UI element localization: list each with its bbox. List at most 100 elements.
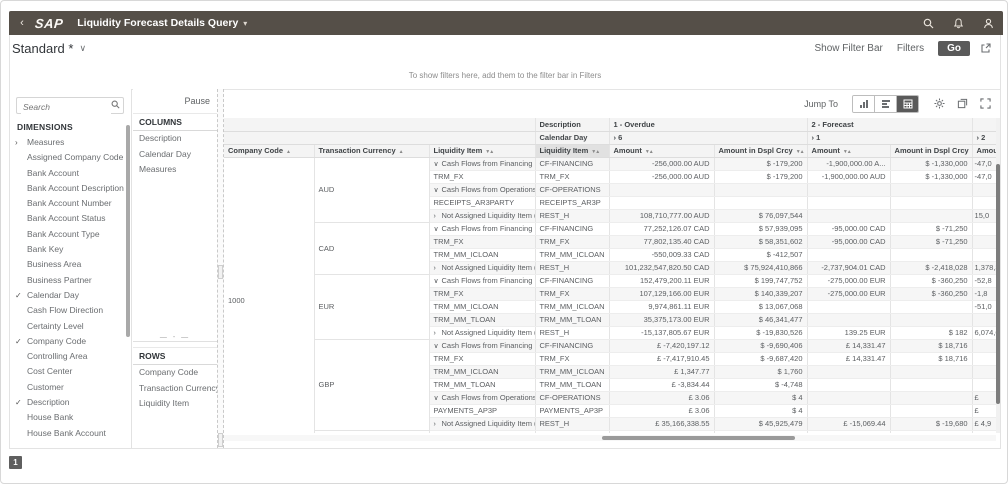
collapse-icon[interactable]: ∨ <box>434 225 442 233</box>
amount-cell[interactable] <box>807 300 891 314</box>
liquidity-item-cell[interactable]: › Not Assigned Liquidity Item (s) <box>429 417 536 431</box>
liquidity-item-cell[interactable]: ∨ Cash Flows from Operations <box>429 183 536 197</box>
column-header-amour[interactable]: Amour <box>972 144 996 158</box>
amount-cell[interactable] <box>890 300 973 314</box>
amount-cell[interactable]: 15,0 <box>972 209 996 223</box>
liquidity-item-cell[interactable]: TRM_FX <box>429 235 536 249</box>
app-title[interactable]: Liquidity Forecast Details Query <box>77 17 238 29</box>
amount-cell[interactable]: -275,000.00 EUR <box>807 273 891 288</box>
dimension-item-calendar-day[interactable]: ✓ Calendar Day <box>10 288 131 303</box>
amount-cell[interactable]: $ -4,748 <box>714 378 808 392</box>
amount-cell[interactable] <box>890 404 973 418</box>
liquidity-key-cell[interactable]: TRM_FX <box>535 287 610 301</box>
amount-cell[interactable]: £ -3,834.44 <box>609 378 715 392</box>
liquidity-item-cell[interactable]: › Not Assigned Liquidity Item (s) <box>429 326 536 340</box>
amount-cell[interactable]: -1,8 <box>972 287 996 301</box>
amount-cell[interactable]: $ 45,925,479 <box>714 417 808 431</box>
amount-cell[interactable] <box>807 196 891 210</box>
amount-cell[interactable]: -275,000.00 EUR <box>807 287 891 301</box>
dimension-item-assigned-company-code[interactable]: Assigned Company Code <box>10 150 131 165</box>
liquidity-key-cell[interactable]: REST_H <box>535 261 610 275</box>
amount-cell[interactable]: 9,974,861.11 EUR <box>609 300 715 314</box>
table-row[interactable]: GBP ∨ Cash Flows from Financing CF-FINANCIN… <box>224 338 996 431</box>
collapse-icon[interactable]: ∨ <box>434 277 442 285</box>
horizontal-scrollbar-thumb[interactable] <box>602 436 795 440</box>
amount-cell[interactable] <box>972 313 996 327</box>
amount-cell[interactable]: $ 182 <box>890 326 973 340</box>
liquidity-item-cell[interactable]: RECEIPTS_AR3PARTY <box>429 196 536 210</box>
amount-cell[interactable] <box>972 196 996 210</box>
splitter-grip[interactable] <box>218 265 223 279</box>
amount-cell[interactable]: -95,000.00 CAD <box>807 235 891 249</box>
amount-cell[interactable]: £ -7,417,910.45 <box>609 352 715 366</box>
amount-cell[interactable] <box>807 391 891 405</box>
fullscreen-icon[interactable] <box>977 98 993 109</box>
column-header-liquidity-item[interactable]: Liquidity Item ▼▲ <box>429 144 536 158</box>
section-drag-handle[interactable]: — - — <box>133 333 217 342</box>
liquidity-item-cell[interactable]: ∨ Cash Flows from Operations <box>429 391 536 405</box>
amount-cell[interactable]: $ 76,097,544 <box>714 209 808 223</box>
liquidity-key-cell[interactable]: REST_H <box>535 326 610 340</box>
amount-cell[interactable] <box>972 183 996 197</box>
dimension-item-description[interactable]: ✓ Description <box>10 395 131 410</box>
amount-cell[interactable]: $ 140,339,207 <box>714 287 808 301</box>
table-row[interactable]: EUR ∨ Cash Flows from Financing CF-FINANCIN… <box>224 273 996 340</box>
column-header-amount-in-dspl-crcy[interactable]: Amount in Dspl Crcy▼▲ <box>890 144 973 158</box>
liquidity-key-cell[interactable]: RECEIPTS_AR3P <box>535 196 610 210</box>
horizontal-scrollbar[interactable] <box>224 435 996 441</box>
liquidity-item-cell[interactable]: TRM_MM_ICLOAN <box>429 248 536 262</box>
gear-icon[interactable] <box>931 98 947 109</box>
amount-cell[interactable] <box>609 196 715 210</box>
amount-cell[interactable]: $ 75,924,410,866 <box>714 261 808 275</box>
liquidity-key-cell[interactable]: CF-OPERATIONS <box>535 183 610 197</box>
amount-cell[interactable] <box>890 313 973 327</box>
back-button[interactable]: ‹ <box>9 17 35 29</box>
amount-cell[interactable] <box>972 248 996 262</box>
liquidity-key-cell[interactable]: CF-FINANCING <box>535 221 610 236</box>
amount-cell[interactable]: -256,000.00 AUD <box>609 157 715 171</box>
amount-cell[interactable]: 6,074,6 <box>972 326 996 340</box>
drill-header[interactable]: › 6 <box>609 131 808 145</box>
search-icon[interactable] <box>111 100 120 109</box>
export-icon[interactable] <box>954 98 970 109</box>
columns-item-description[interactable]: Description <box>133 131 217 147</box>
table-view-icon[interactable] <box>897 95 918 112</box>
group-header-forecast[interactable]: 2 - Forecast <box>807 118 973 132</box>
amount-cell[interactable]: $ -179,200 <box>714 157 808 171</box>
amount-cell[interactable]: £ 3.06 <box>609 391 715 405</box>
amount-cell[interactable]: 35,375,173.00 EUR <box>609 313 715 327</box>
amount-cell[interactable]: $ 58,351,602 <box>714 235 808 249</box>
drill-header[interactable]: › 2 <box>972 131 996 145</box>
liquidity-item-cell[interactable]: TRM_MM_ICLOAN <box>429 365 536 379</box>
liquidity-key-cell[interactable]: TRM_FX <box>535 170 610 184</box>
column-header-amount[interactable]: Amount ▼▲ <box>807 144 891 158</box>
amount-cell[interactable] <box>807 183 891 197</box>
amount-cell[interactable]: $ -9,690,406 <box>714 338 808 353</box>
liquidity-item-cell[interactable]: TRM_FX <box>429 287 536 301</box>
liquidity-item-cell[interactable]: ∨Cash Flows from Financing <box>429 157 536 171</box>
amount-cell[interactable]: $ -71,250 <box>890 221 973 236</box>
amount-cell[interactable]: $ -2,418,028 <box>890 261 973 275</box>
liquidity-key-cell[interactable]: TRM_MM_ICLOAN <box>535 300 610 314</box>
group-header-overdue[interactable]: 1 - Overdue <box>609 118 808 132</box>
liquidity-item-cell[interactable]: TRM_FX <box>429 170 536 184</box>
column-dim-description[interactable]: Description <box>535 118 610 132</box>
currency-cell[interactable]: AUD <box>314 157 430 223</box>
amount-cell[interactable]: $ -412,507 <box>714 248 808 262</box>
amount-cell[interactable]: 108,710,777.00 AUD <box>609 209 715 223</box>
amount-cell[interactable]: -1,900,000.00 AUD <box>807 170 891 184</box>
liquidity-item-cell[interactable]: ∨Cash Flows from Financing <box>429 429 536 433</box>
expand-icon[interactable]: › <box>434 265 442 272</box>
expand-icon[interactable]: › <box>434 421 442 428</box>
collapse-icon[interactable]: ∨ <box>434 160 442 168</box>
amount-cell[interactable]: 139.25 EUR <box>807 326 891 340</box>
liquidity-key-cell[interactable]: TRM_MM_ICLOAN <box>535 365 610 379</box>
amount-cell[interactable] <box>807 404 891 418</box>
variant-title[interactable]: Standard * <box>12 41 73 56</box>
dimension-item-business-partner[interactable]: Business Partner <box>10 273 131 288</box>
liquidity-key-cell[interactable]: CF-FINANCING <box>535 429 610 433</box>
amount-cell[interactable] <box>807 209 891 223</box>
amount-cell[interactable]: -15,137,805.67 EUR <box>609 326 715 340</box>
column-header-transaction-currency[interactable]: Transaction Currency ▲ <box>314 144 430 158</box>
app-title-caret-icon[interactable]: ▾ <box>243 19 247 28</box>
